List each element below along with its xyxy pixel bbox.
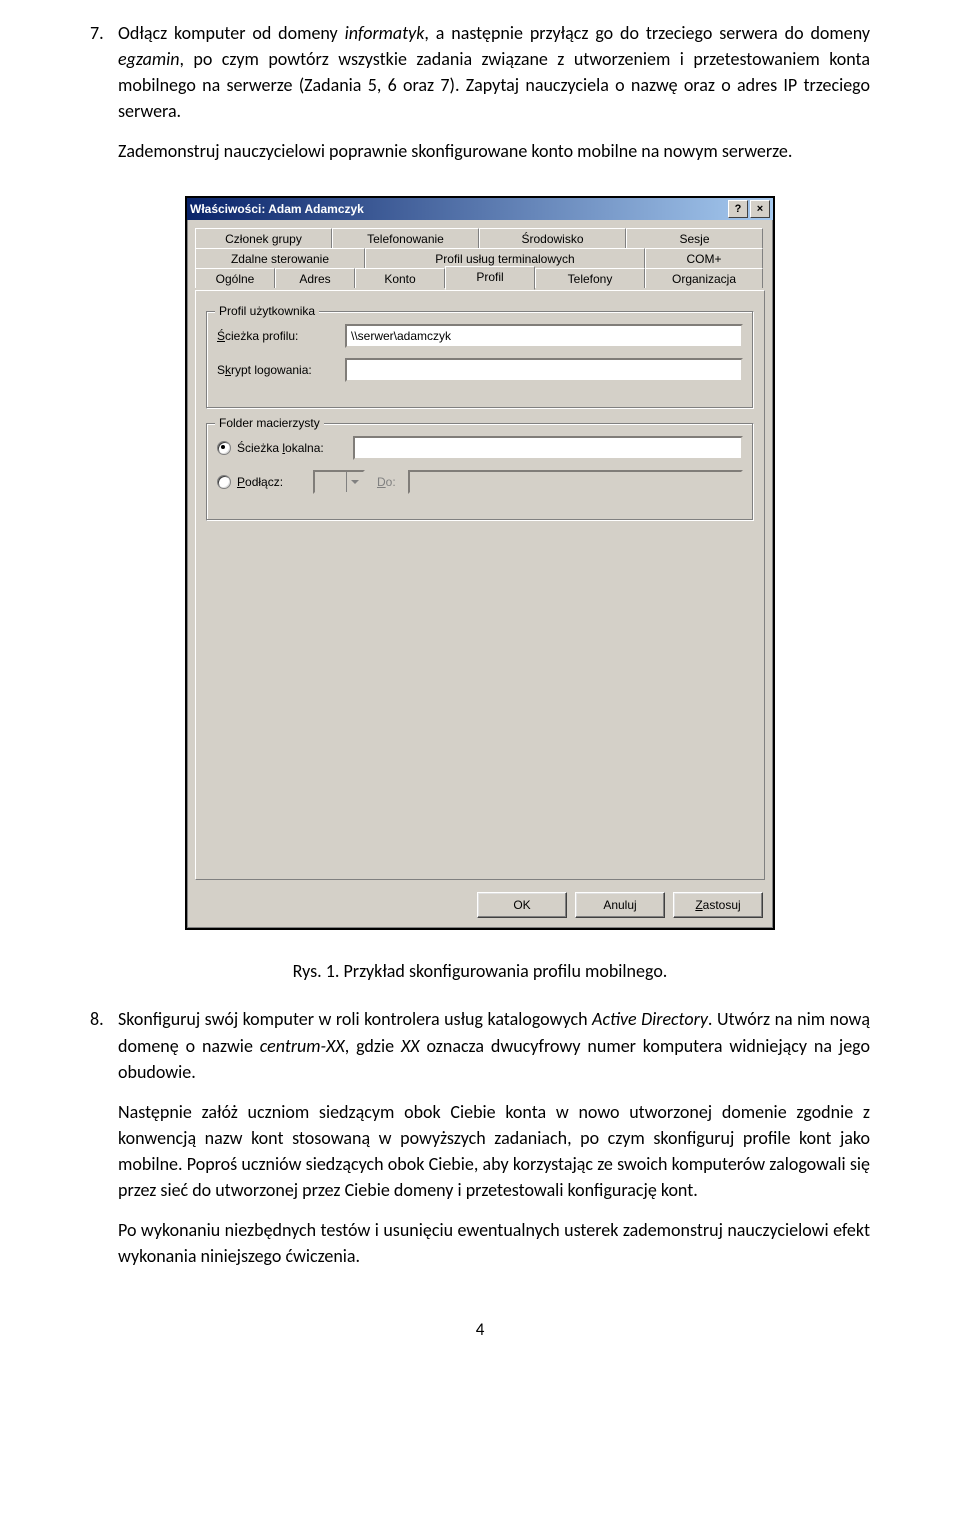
label-sciezka-profilu: Ścieżka profilu: bbox=[217, 329, 345, 343]
tab-adres[interactable]: Adres bbox=[275, 268, 355, 288]
list-item-8: 8. Skonfiguruj swój komputer w roli kont… bbox=[90, 1006, 870, 1283]
list-item-7: 7. Odłącz komputer od domeny informatyk,… bbox=[90, 20, 870, 178]
figure-dialog: Właściwości: Adam Adamczyk ? × Członek g… bbox=[185, 196, 775, 930]
input-sciezka-lokalna[interactable] bbox=[353, 436, 743, 460]
page-number: 4 bbox=[90, 1319, 870, 1340]
label-do: Do: bbox=[377, 475, 396, 489]
group-title-folder: Folder macierzysty bbox=[215, 416, 324, 430]
tab-organizacja[interactable]: Organizacja bbox=[645, 268, 763, 288]
dialog-titlebar: Właściwości: Adam Adamczyk ? × bbox=[187, 198, 773, 220]
label-podlacz: Podłącz: bbox=[237, 475, 307, 489]
list-number: 8. bbox=[90, 1006, 118, 1283]
properties-dialog: Właściwości: Adam Adamczyk ? × Członek g… bbox=[185, 196, 775, 930]
tab-telefony[interactable]: Telefony bbox=[535, 268, 645, 288]
input-sciezka-profilu[interactable]: \\serwer\adamczyk bbox=[345, 324, 743, 348]
close-button[interactable]: × bbox=[750, 200, 770, 218]
item8-para3: Po wykonaniu niezbędnych testów i usunię… bbox=[118, 1217, 870, 1269]
tab-com-plus[interactable]: COM+ bbox=[645, 248, 763, 268]
item7-text: Odłącz komputer od domeny informatyk, a … bbox=[118, 22, 870, 122]
tab-sesje[interactable]: Sesje bbox=[626, 228, 763, 248]
group-title-profil: Profil użytkownika bbox=[215, 304, 319, 318]
ok-button[interactable]: OK bbox=[477, 892, 567, 918]
group-folder-macierzysty: Folder macierzysty Ścieżka lokalna: Podł… bbox=[206, 423, 754, 521]
label-skrypt-logowania: Skrypt logowania: bbox=[217, 363, 345, 377]
tab-profil-uslug[interactable]: Profil usług terminalowych bbox=[365, 248, 645, 268]
dialog-buttons: OK Anuluj Zastosuj bbox=[187, 888, 773, 928]
item8-text: Skonfiguruj swój komputer w roli kontrol… bbox=[118, 1008, 870, 1082]
tab-telefonowanie[interactable]: Telefonowanie bbox=[332, 228, 479, 248]
select-drive-letter[interactable] bbox=[313, 470, 365, 494]
tab-panel: Profil użytkownika Ścieżka profilu: \\se… bbox=[195, 290, 765, 880]
tab-strip: Członek grupy Telefonowanie Środowisko S… bbox=[195, 228, 765, 270]
tab-srodowisko[interactable]: Środowisko bbox=[479, 228, 626, 248]
input-skrypt-logowania[interactable] bbox=[345, 358, 743, 382]
cancel-button[interactable]: Anuluj bbox=[575, 892, 665, 918]
radio-podlacz[interactable] bbox=[217, 475, 231, 489]
tab-zdalne-sterowanie[interactable]: Zdalne sterowanie bbox=[195, 248, 365, 268]
list-number: 7. bbox=[90, 20, 118, 178]
tab-ogolne[interactable]: Ogólne bbox=[195, 268, 275, 288]
tab-konto[interactable]: Konto bbox=[355, 268, 445, 288]
item8-para2: Następnie załóż uczniom siedzącym obok C… bbox=[118, 1099, 870, 1203]
input-do-path[interactable] bbox=[408, 470, 743, 494]
tab-czlonek-grupy[interactable]: Członek grupy bbox=[195, 228, 332, 248]
figure-caption: Rys. 1. Przykład skonfigurowania profilu… bbox=[90, 960, 870, 982]
group-profil-uzytkownika: Profil użytkownika Ścieżka profilu: \\se… bbox=[206, 311, 754, 409]
apply-button[interactable]: Zastosuj bbox=[673, 892, 763, 918]
help-button[interactable]: ? bbox=[728, 200, 748, 218]
label-sciezka-lokalna: Ścieżka lokalna: bbox=[237, 441, 347, 455]
item7-para2: Zademonstruj nauczycielowi poprawnie sko… bbox=[118, 138, 870, 164]
chevron-down-icon bbox=[346, 472, 363, 492]
radio-sciezka-lokalna[interactable] bbox=[217, 441, 231, 455]
tab-profil[interactable]: Profil bbox=[445, 266, 535, 290]
dialog-title: Właściwości: Adam Adamczyk bbox=[190, 202, 364, 216]
